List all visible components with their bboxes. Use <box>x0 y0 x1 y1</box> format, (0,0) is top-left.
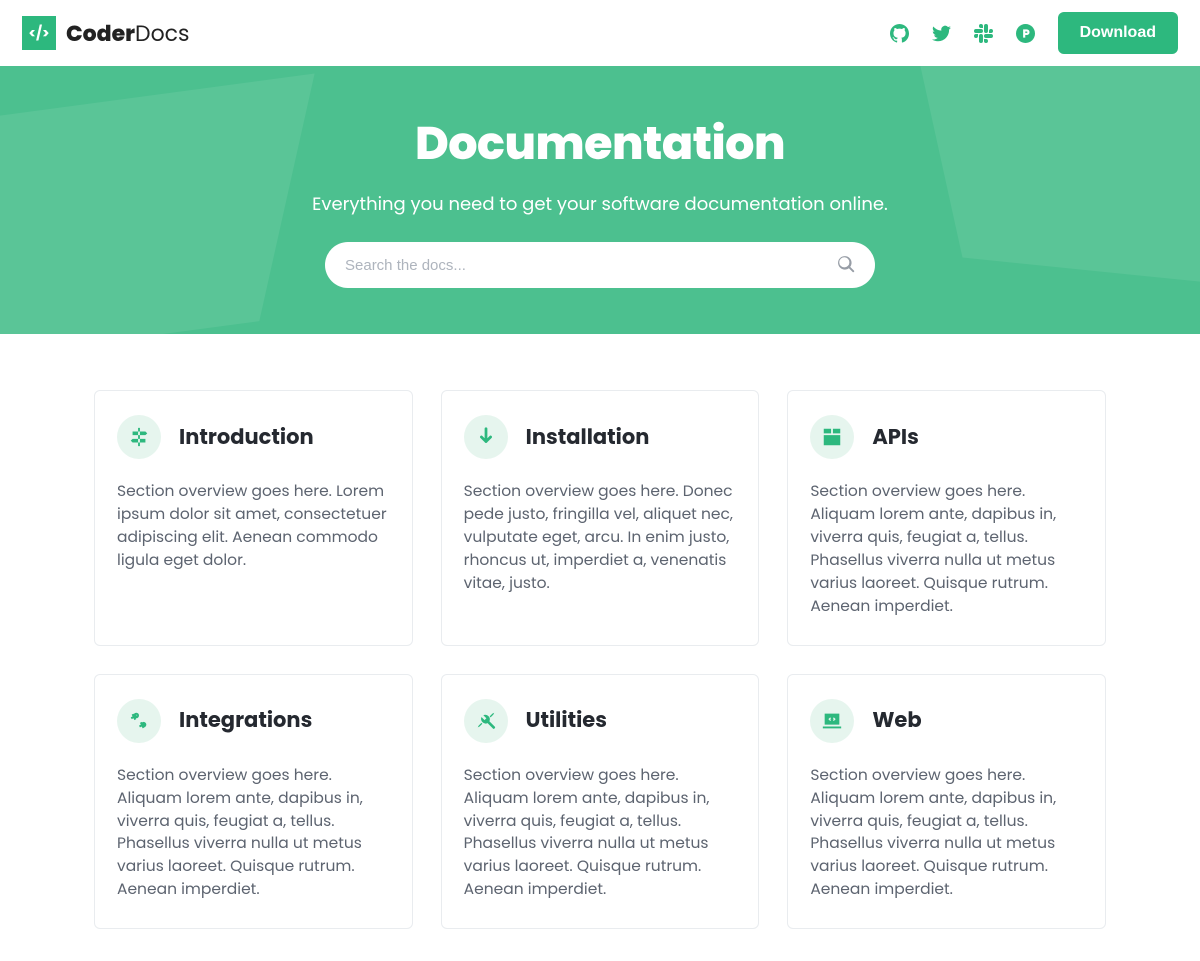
map-signs-icon <box>117 415 161 459</box>
card-utilities[interactable]: Utilities Section overview goes here. Al… <box>441 674 760 930</box>
cards-grid: Introduction Section overview goes here.… <box>0 334 1200 961</box>
card-title: Installation <box>526 422 650 453</box>
search-icon <box>837 255 855 276</box>
search-box <box>325 242 875 288</box>
slack-icon[interactable] <box>974 23 994 43</box>
nav: Download <box>890 12 1178 54</box>
brand-name: CoderDocs <box>66 17 190 50</box>
svg-text:</>: </> <box>28 24 49 43</box>
hero-subtitle: Everything you need to get your software… <box>0 191 1200 218</box>
laptop-code-icon <box>810 699 854 743</box>
card-text: Section overview goes here. Lorem ipsum … <box>117 481 390 573</box>
card-installation[interactable]: Installation Section overview goes here.… <box>441 390 760 646</box>
twitter-icon[interactable] <box>932 23 952 43</box>
search-button[interactable] <box>837 255 855 276</box>
card-integrations[interactable]: Integrations Section overview goes here.… <box>94 674 413 930</box>
hero: Documentation Everything you need to get… <box>0 66 1200 334</box>
card-text: Section overview goes here. Aliquam lore… <box>810 765 1083 903</box>
card-title: Introduction <box>179 422 314 453</box>
producthunt-icon[interactable] <box>1016 23 1036 43</box>
card-text: Section overview goes here. Donec pede j… <box>464 481 737 596</box>
logo-mark-icon: </> <box>22 16 56 50</box>
box-icon <box>810 415 854 459</box>
card-title: APIs <box>872 422 919 453</box>
card-web[interactable]: Web Section overview goes here. Aliquam … <box>787 674 1106 930</box>
github-icon[interactable] <box>890 23 910 43</box>
cogs-icon <box>117 699 161 743</box>
logo[interactable]: </> CoderDocs <box>22 16 190 50</box>
card-text: Section overview goes here. Aliquam lore… <box>464 765 737 903</box>
search-input[interactable] <box>345 257 837 274</box>
download-button[interactable]: Download <box>1058 12 1178 54</box>
card-apis[interactable]: APIs Section overview goes here. Aliquam… <box>787 390 1106 646</box>
header: </> CoderDocs Download <box>0 0 1200 66</box>
hero-title: Documentation <box>0 110 1200 179</box>
card-title: Utilities <box>526 705 607 736</box>
tools-icon <box>464 699 508 743</box>
card-title: Web <box>872 705 921 736</box>
card-text: Section overview goes here. Aliquam lore… <box>810 481 1083 619</box>
arrow-down-icon <box>464 415 508 459</box>
card-title: Integrations <box>179 705 312 736</box>
card-text: Section overview goes here. Aliquam lore… <box>117 765 390 903</box>
card-introduction[interactable]: Introduction Section overview goes here.… <box>94 390 413 646</box>
